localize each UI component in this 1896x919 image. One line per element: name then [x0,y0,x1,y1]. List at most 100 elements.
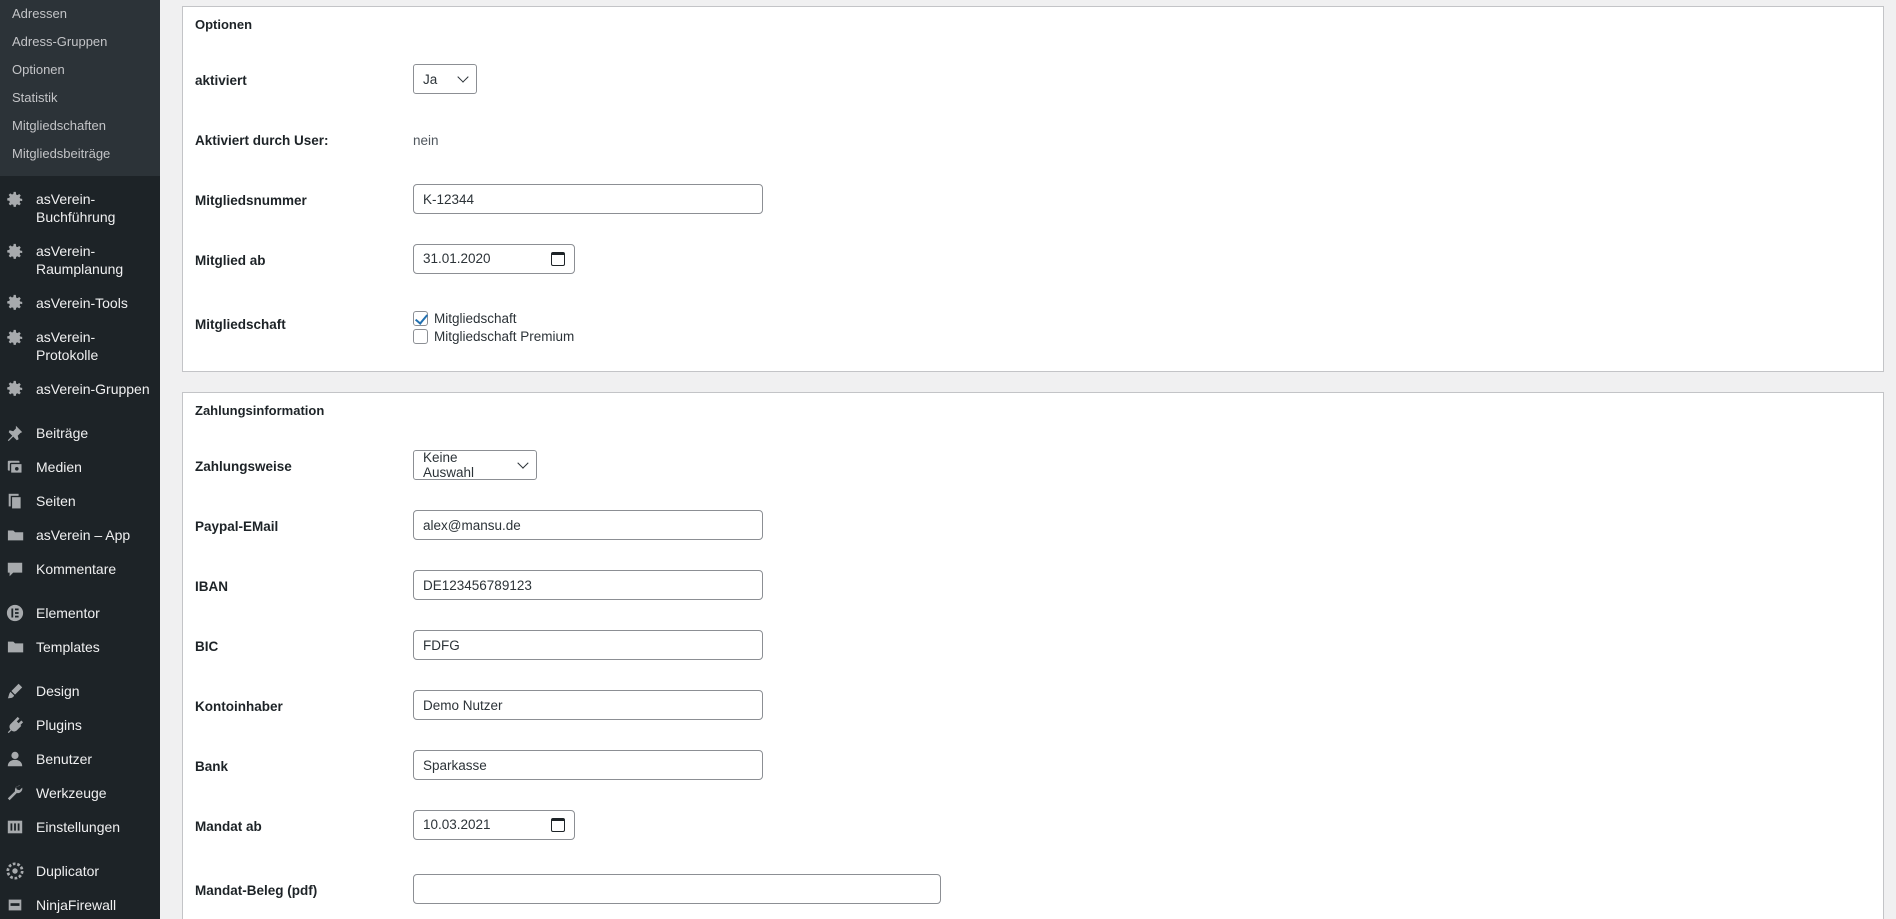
mandat-beleg-input[interactable] [413,874,941,904]
submenu-item-mitgliedsbeitraege[interactable]: Mitgliedsbeiträge [0,142,160,170]
menu-label: Seiten [36,493,76,509]
paypal-label: Paypal-EMail [195,519,279,534]
menu-label: Medien [36,459,82,475]
mitglied-ab-date-input[interactable]: 31.01.2020 [413,244,575,274]
menu-label-line1: asVerein- [36,243,96,259]
menu-item-einstellungen[interactable]: Einstellungen [0,810,160,844]
submenu-item-adressen[interactable]: Adressen [0,2,160,30]
menu-label-line2: Buchführung [36,209,116,225]
menu-item-elementor[interactable]: Elementor [0,596,160,630]
menu-label: Werkzeuge [36,785,107,801]
menu-item-ninjafirewall[interactable]: NinjaFirewall [0,888,160,919]
gear-icon [6,328,30,348]
menu-item-werkzeuge[interactable]: Werkzeuge [0,776,160,810]
zahlungsinformation-panel: Zahlungsinformation Zahlungsweise Keine … [182,392,1884,919]
menu-label: Beiträge [36,425,89,441]
bic-label: BIC [195,639,219,654]
menu-item-templates[interactable]: Templates [0,630,160,664]
pages-icon [6,491,30,511]
user-icon [6,749,30,769]
mandat-ab-date-input[interactable]: 10.03.2021 [413,810,575,840]
menu-item-app[interactable]: asVerein – App [0,518,160,552]
zahlungsweise-select[interactable]: Keine Auswahl [413,450,537,480]
menu-item-duplicator[interactable]: Duplicator [0,854,160,888]
calendar-icon[interactable] [551,818,565,832]
calendar-icon[interactable] [551,252,565,266]
menu-label: Elementor [36,605,100,621]
settings-icon [6,817,30,837]
menu-label: Benutzer [36,751,93,767]
menu-label: NinjaFirewall [36,897,117,913]
menu-label-line1: asVerein- [36,329,96,345]
folder-icon [6,637,30,657]
menu-item-beitraege[interactable]: Beiträge [0,416,160,450]
menu-item-design[interactable]: Design [0,674,160,708]
admin-sidebar: Adressen Adress-Gruppen Optionen Statist… [0,0,160,919]
mitgliedsnummer-label: Mitgliedsnummer [195,193,307,208]
checkbox-unchecked[interactable] [413,328,428,344]
pin-icon [6,423,30,443]
checkbox-label: Mitgliedschaft [434,310,517,326]
mitglied-ab-value: 31.01.2020 [423,251,491,266]
menu-item-plugins[interactable]: Plugins [0,708,160,742]
iban-label: IBAN [195,579,228,594]
menu-label: Templates [36,639,100,655]
aktiviert-user-value: nein [413,133,439,148]
aktiviert-label: aktiviert [195,73,247,88]
checkbox-label: Mitgliedschaft Premium [434,328,575,344]
mitglied-ab-label: Mitglied ab [195,253,266,268]
optionen-panel: Optionen aktiviert Ja Aktiviert durch Us… [182,6,1884,372]
menu-item-raumplanung[interactable]: asVerein- Raumplanung [0,234,160,286]
menu-label: asVerein-Tools [36,295,128,311]
plugin-icon [6,715,30,735]
submenu-item-adress-gruppen[interactable]: Adress-Gruppen [0,30,160,58]
aktiviert-select[interactable]: Ja [413,64,477,94]
menu-item-gruppen[interactable]: asVerein-Gruppen [0,372,160,406]
comment-icon [6,559,30,579]
submenu-item-statistik[interactable]: Statistik [0,86,160,114]
folder-icon [6,525,30,545]
iban-input[interactable] [413,570,763,600]
checkbox-mitgliedschaft[interactable]: Mitgliedschaft [413,309,574,327]
checkbox-checked[interactable] [413,310,428,326]
menu-label: asVerein – App [36,527,131,543]
menu-label: Einstellungen [36,819,121,835]
elementor-icon [6,603,30,623]
menu-item-buchfuehrung[interactable]: asVerein- Buchführung [0,182,160,234]
menu-label: Duplicator [36,863,100,879]
mandat-ab-label: Mandat ab [195,819,262,834]
mitgliedschaft-checkbox-group: Mitgliedschaft Mitgliedschaft Premium [413,309,574,345]
gear-icon [6,190,30,210]
checkbox-mitgliedschaft-premium[interactable]: Mitgliedschaft Premium [413,327,574,345]
media-icon [6,457,30,477]
bank-input[interactable] [413,750,763,780]
menu-item-benutzer[interactable]: Benutzer [0,742,160,776]
mitgliedschaft-label: Mitgliedschaft [195,317,286,332]
panel-title: Optionen [195,17,253,32]
chevron-down-icon [457,71,469,83]
chevron-down-icon [517,457,529,469]
submenu-item-optionen[interactable]: Optionen [0,58,160,86]
menu-item-seiten[interactable]: Seiten [0,484,160,518]
gear-icon [6,242,30,262]
paypal-email-input[interactable] [413,510,763,540]
bank-label: Bank [195,759,229,774]
mandat-ab-value: 10.03.2021 [423,817,491,832]
wrench-icon [6,783,30,803]
menu-label: asVerein-Gruppen [36,381,150,397]
menu-label: Plugins [36,717,82,733]
menu-label-line1: asVerein- [36,191,96,207]
menu-item-medien[interactable]: Medien [0,450,160,484]
menu-item-tools[interactable]: asVerein-Tools [0,286,160,320]
menu-label-line2: Raumplanung [36,261,124,277]
menu-item-protokolle[interactable]: asVerein- Protokolle [0,320,160,372]
menu-item-kommentare[interactable]: Kommentare [0,552,160,586]
bic-input[interactable] [413,630,763,660]
menu-label: Kommentare [36,561,117,577]
aktiviert-value: Ja [423,71,438,87]
main-content: Optionen aktiviert Ja Aktiviert durch Us… [160,0,1896,919]
mitgliedsnummer-input[interactable] [413,184,763,214]
submenu-item-mitgliedschaften[interactable]: Mitgliedschaften [0,114,160,142]
brush-icon [6,681,30,701]
kontoinhaber-input[interactable] [413,690,763,720]
